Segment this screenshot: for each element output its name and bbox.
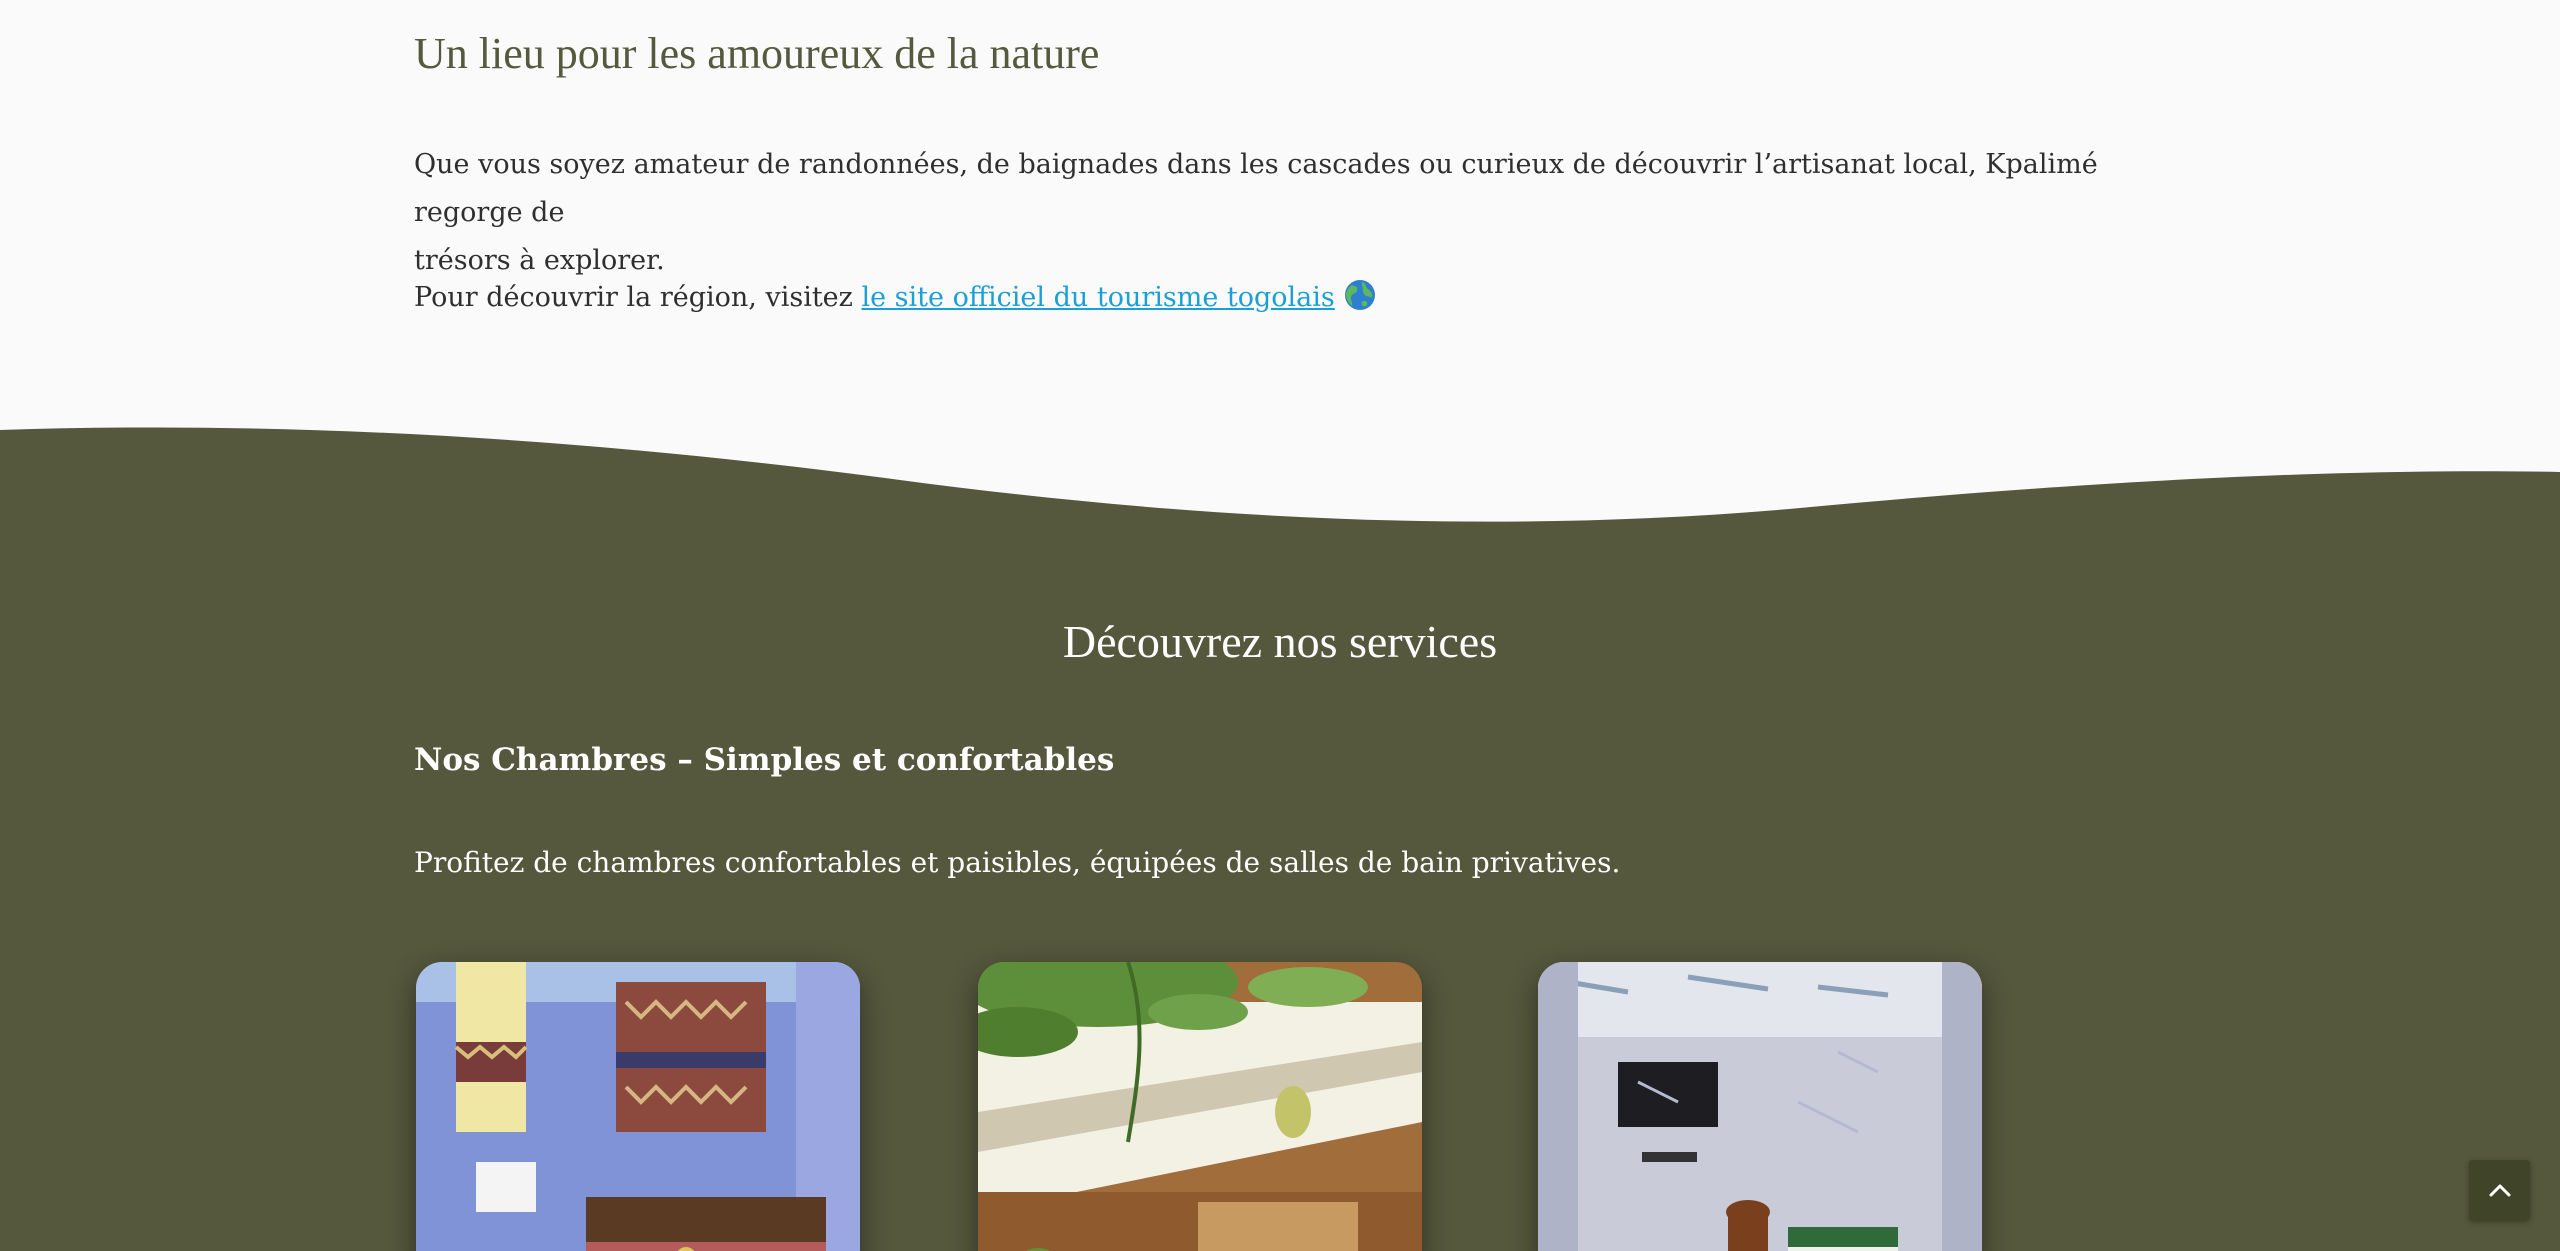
rooms-description: Profitez de chambres confortables et pai… — [414, 846, 1621, 879]
globe-icon — [1343, 278, 1377, 328]
intro-paragraph-line-2: trésors à explorer. — [414, 245, 665, 276]
rooms-heading: Nos Chambres – Simples et confortables — [414, 742, 1115, 778]
wave-divider — [0, 427, 2560, 540]
terrace-photo — [978, 962, 1422, 1251]
page: Un lieu pour les amoureux de la nature Q… — [0, 0, 2560, 1251]
room-card-tv[interactable] — [1538, 962, 1982, 1251]
services-title: Découvrez nos services — [1062, 616, 1498, 667]
tourism-site-link[interactable]: le site officiel du tourisme togolais — [861, 282, 1334, 313]
intro-paragraph: Que vous soyez amateur de randonnées, de… — [414, 141, 2104, 285]
scroll-to-top-button[interactable] — [2469, 1160, 2530, 1220]
tourism-paragraph: Pour découvrir la région, visitez le sit… — [414, 274, 1377, 328]
intro-title: Un lieu pour les amoureux de la nature — [414, 29, 1100, 78]
room-card-terrace[interactable] — [978, 962, 1422, 1251]
room-tv-photo — [1538, 962, 1982, 1251]
intro-paragraph-line-1: Que vous soyez amateur de randonnées, de… — [414, 149, 2098, 228]
tourism-prefix: Pour découvrir la région, visitez — [414, 282, 862, 313]
bedroom-photo — [416, 962, 860, 1251]
room-card-bedroom[interactable] — [416, 962, 860, 1251]
services-section: Découvrez nos services Nos Chambres – Si… — [0, 530, 2560, 1251]
chevron-up-icon — [2489, 1184, 2510, 1197]
